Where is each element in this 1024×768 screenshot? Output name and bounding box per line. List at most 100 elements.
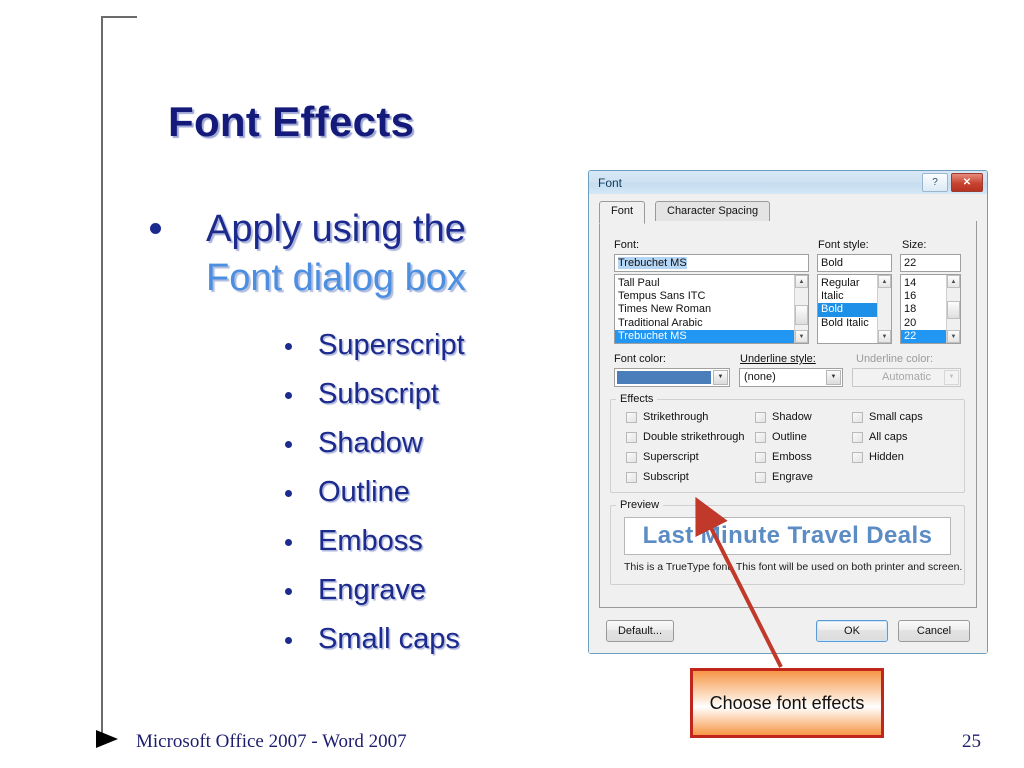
font-name-value: Trebuchet MS	[618, 257, 687, 269]
checkbox-icon	[626, 411, 637, 423]
list-item-selected[interactable]: Trebuchet MS	[615, 329, 795, 343]
checkbox-icon	[626, 431, 637, 443]
size-label: Size:	[902, 239, 927, 251]
sub-bullet-label: Small caps	[318, 623, 460, 655]
checkbox-label: Engrave	[772, 471, 813, 483]
list-item[interactable]: Italic	[818, 290, 878, 303]
checkbox-label: Outline	[772, 431, 807, 443]
footer-triangle-icon	[96, 730, 118, 748]
font-style-list[interactable]: Regular Italic Bold Bold Italic ▲ ▼	[817, 274, 892, 344]
font-style-label: Font style:	[818, 239, 869, 251]
list-item[interactable]: Tall Paul	[615, 277, 795, 290]
slide-canvas: Font Effects Apply using the Font dialog…	[0, 0, 1024, 768]
underline-style-dropdown[interactable]: (none) ▼	[739, 368, 843, 387]
preview-sample-text: Last Minute Travel Deals	[642, 522, 933, 549]
ok-button[interactable]: OK	[816, 620, 888, 642]
underline-color-value: Automatic	[882, 371, 931, 383]
font-list-scrollbar[interactable]: ▲ ▼	[794, 275, 808, 343]
checkbox-icon	[852, 431, 863, 443]
checkbox-all-caps[interactable]: All caps	[852, 431, 908, 443]
font-list[interactable]: Tall Paul Tempus Sans ITC Times New Roma…	[614, 274, 809, 344]
checkbox-strikethrough[interactable]: Strikethrough	[626, 411, 708, 423]
scroll-up-icon[interactable]: ▲	[878, 275, 891, 288]
bullet-dot-icon	[285, 343, 292, 350]
checkbox-icon	[852, 451, 863, 463]
sub-bullet-list: Superscript Subscript Shadow Outline Emb…	[285, 322, 465, 665]
checkbox-double-strikethrough[interactable]: Double strikethrough	[626, 431, 745, 443]
font-name-input[interactable]: Trebuchet MS	[614, 254, 809, 272]
list-item[interactable]: 18	[901, 303, 947, 316]
checkbox-subscript[interactable]: Subscript	[626, 471, 689, 483]
checkbox-label: All caps	[869, 431, 908, 443]
sub-bullet-label: Shadow	[318, 427, 423, 459]
bullet-dot-icon	[285, 637, 292, 644]
font-size-list[interactable]: 14 16 18 20 22 ▲ ▼	[900, 274, 961, 344]
main-bullet-line1: Apply using the	[206, 208, 466, 250]
chevron-down-icon[interactable]: ▼	[713, 370, 728, 385]
dialog-title-bar: Font ? ✕	[589, 171, 987, 195]
sub-bullet-label: Outline	[318, 476, 410, 508]
list-item-selected[interactable]: Bold	[818, 303, 878, 317]
checkbox-superscript[interactable]: Superscript	[626, 451, 699, 463]
list-item[interactable]: 20	[901, 317, 947, 330]
checkbox-small-caps[interactable]: Small caps	[852, 411, 923, 423]
checkbox-label: Superscript	[643, 451, 699, 463]
preview-caption: Preview	[616, 499, 664, 511]
underline-color-dropdown: Automatic ▼	[852, 368, 961, 387]
footer-label: Microsoft Office 2007 - Word 2007	[136, 731, 407, 752]
main-bullet: Apply using the Font dialog box	[150, 205, 580, 303]
checkbox-icon	[626, 451, 637, 463]
scroll-up-icon[interactable]: ▲	[947, 275, 960, 288]
chevron-down-icon[interactable]: ▼	[826, 370, 841, 385]
size-list-scrollbar[interactable]: ▲ ▼	[946, 275, 960, 343]
preview-box: Last Minute Travel Deals	[624, 517, 951, 555]
checkbox-outline[interactable]: Outline	[755, 431, 807, 443]
list-item[interactable]: Bold Italic	[818, 317, 878, 330]
list-item[interactable]: Traditional Arabic	[615, 317, 795, 330]
scroll-down-icon[interactable]: ▼	[795, 330, 808, 343]
checkbox-icon	[755, 411, 766, 423]
list-item[interactable]: Times New Roman	[615, 303, 795, 316]
list-item: Engrave	[285, 567, 465, 616]
default-button[interactable]: Default...	[606, 620, 674, 642]
font-color-label: Font color:	[614, 353, 666, 365]
checkbox-label: Double strikethrough	[643, 431, 745, 443]
tab-strip: Font Character Spacing	[599, 201, 977, 224]
dialog-body: Font Character Spacing Font: Font style:…	[589, 194, 987, 653]
checkbox-emboss[interactable]: Emboss	[755, 451, 812, 463]
checkbox-hidden[interactable]: Hidden	[852, 451, 904, 463]
font-size-input[interactable]: 22	[900, 254, 961, 272]
list-item[interactable]: 16	[901, 290, 947, 303]
checkbox-label: Small caps	[869, 411, 923, 423]
font-color-dropdown[interactable]: ▼	[614, 368, 730, 387]
cancel-button[interactable]: Cancel	[898, 620, 970, 642]
bullet-dot-icon	[285, 539, 292, 546]
checkbox-shadow[interactable]: Shadow	[755, 411, 812, 423]
dialog-title-label: Font	[598, 175, 623, 190]
scroll-thumb[interactable]	[947, 301, 960, 319]
sub-bullet-label: Superscript	[318, 329, 465, 361]
checkbox-engrave[interactable]: Engrave	[755, 471, 813, 483]
decor-rule-horizontal	[101, 16, 137, 18]
list-item-selected[interactable]: 22	[901, 329, 947, 343]
scroll-up-icon[interactable]: ▲	[795, 275, 808, 288]
style-list-scrollbar[interactable]: ▲ ▼	[877, 275, 891, 343]
checkbox-icon	[755, 431, 766, 443]
scroll-thumb[interactable]	[795, 305, 808, 325]
list-item[interactable]: Tempus Sans ITC	[615, 290, 795, 303]
scroll-down-icon[interactable]: ▼	[878, 330, 891, 343]
tab-font[interactable]: Font	[599, 201, 646, 224]
font-label: Font:	[614, 239, 640, 251]
list-item[interactable]: 14	[901, 277, 947, 290]
page-number: 25	[962, 731, 981, 752]
font-style-input[interactable]: Bold	[817, 254, 892, 272]
checkbox-icon	[626, 471, 637, 483]
sub-bullet-label: Engrave	[318, 574, 427, 606]
list-item[interactable]: Regular	[818, 277, 878, 290]
sub-bullet-label: Subscript	[318, 378, 439, 410]
underline-color-label: Underline color:	[856, 353, 934, 365]
help-button[interactable]: ?	[922, 173, 948, 192]
close-icon[interactable]: ✕	[951, 173, 983, 192]
scroll-down-icon[interactable]: ▼	[947, 330, 960, 343]
tab-character-spacing[interactable]: Character Spacing	[655, 201, 771, 222]
